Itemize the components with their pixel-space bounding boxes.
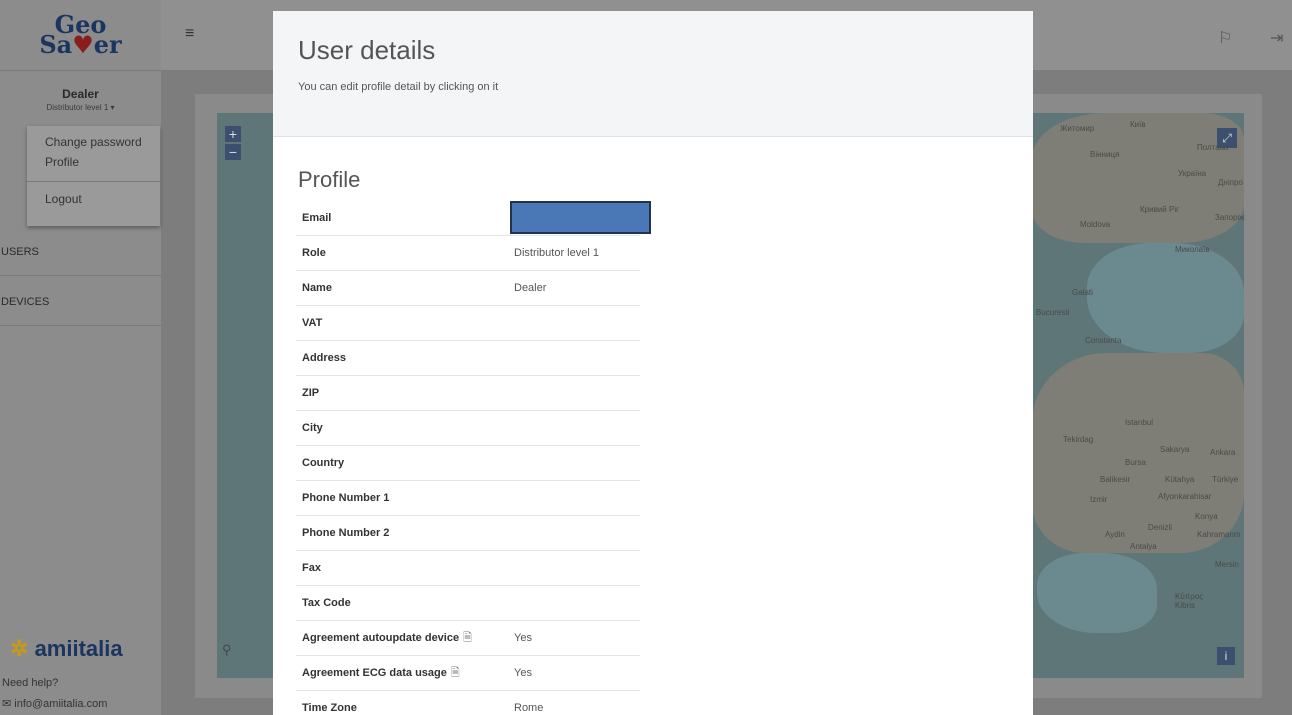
sun-icon: ✲ bbox=[10, 636, 29, 661]
change-password-item[interactable]: Change password bbox=[27, 135, 160, 149]
profile-row-vat[interactable]: VAT bbox=[296, 305, 640, 341]
nav-users[interactable]: USERS bbox=[0, 228, 161, 276]
map-label: Bursa bbox=[1125, 458, 1146, 467]
map-label: Istanbul bbox=[1125, 418, 1154, 427]
profile-row-time-zone[interactable]: Time Zone Rome bbox=[296, 690, 640, 715]
profile-item[interactable]: Profile bbox=[27, 155, 160, 169]
modal-header bbox=[273, 11, 1033, 137]
help-email-link[interactable]: ✉ info@amiitalia.com bbox=[2, 697, 107, 710]
profile-row-role[interactable]: Role Distributor level 1 bbox=[296, 235, 640, 271]
profile-row-phone1[interactable]: Phone Number 1 bbox=[296, 480, 640, 516]
modal-title: User details bbox=[298, 35, 436, 65]
help-text: Need help? bbox=[2, 677, 59, 689]
brand-logo: ✲ amiitalia bbox=[10, 636, 123, 661]
map-label: Afyonkarahisar bbox=[1158, 492, 1212, 501]
user-name: Dealer bbox=[62, 87, 99, 101]
logo[interactable]: Geo Sa♥er bbox=[0, 0, 161, 71]
nav-devices[interactable]: DEVICES bbox=[0, 278, 161, 326]
map-label: Кривий Ріг bbox=[1140, 205, 1180, 214]
map-label: Antalya bbox=[1130, 542, 1157, 551]
profile-row-city[interactable]: City bbox=[296, 410, 640, 446]
map-label: Türkiye bbox=[1212, 475, 1239, 484]
map-label: Kütahya bbox=[1165, 475, 1195, 484]
map-label: Aydin bbox=[1105, 530, 1125, 539]
map-label: Полтава bbox=[1197, 143, 1229, 152]
user-role-dropdown[interactable]: Distributor level 1 ▾ bbox=[0, 103, 161, 112]
profile-row-tax-code[interactable]: Tax Code bbox=[296, 585, 640, 621]
map-label: Вінниця bbox=[1090, 150, 1120, 159]
map-label: Κύπρος Kibris bbox=[1175, 592, 1204, 610]
map-label: Denizli bbox=[1148, 523, 1173, 532]
logout-icon[interactable]: ⇥ bbox=[1270, 28, 1283, 48]
profile-row-name[interactable]: Name Dealer bbox=[296, 270, 640, 306]
menu-divider bbox=[27, 181, 160, 182]
profile-row-agreement-ecg[interactable]: Agreement ECG data usage 🗎 Yes bbox=[296, 655, 640, 691]
map-label: Mersin bbox=[1215, 560, 1240, 569]
map-label: Balikesir bbox=[1100, 475, 1131, 484]
map-label: Izmir bbox=[1090, 495, 1108, 504]
map-label: Konya bbox=[1195, 512, 1218, 521]
email-redaction-box bbox=[510, 201, 651, 234]
profile-row-agreement-autoupdate[interactable]: Agreement autoupdate device 🗎 Yes bbox=[296, 620, 640, 656]
modal-subtitle: You can edit profile detail by clicking … bbox=[298, 81, 499, 93]
document-icon[interactable]: 🗎 bbox=[463, 629, 472, 648]
profile-section-title: Profile bbox=[298, 167, 361, 192]
map-label: Sakarya bbox=[1160, 445, 1190, 454]
map-label: Дніпро bbox=[1218, 178, 1243, 187]
envelope-icon: ✉ bbox=[2, 698, 12, 710]
user-details-modal: User details You can edit profile detail… bbox=[273, 11, 1033, 715]
info-icon[interactable]: i bbox=[1217, 647, 1235, 665]
user-dropdown-menu: Change password Profile Logout bbox=[27, 126, 160, 226]
hamburger-menu-icon[interactable]: ≡ bbox=[185, 25, 194, 43]
map-label: Запоріж bbox=[1215, 213, 1245, 222]
map-label: Constanta bbox=[1085, 336, 1122, 345]
map-label: Ankara bbox=[1210, 448, 1236, 457]
profile-row-address[interactable]: Address bbox=[296, 340, 640, 376]
zoom-in-button[interactable]: + bbox=[225, 126, 241, 142]
map-label: Moldova bbox=[1080, 220, 1111, 229]
profile-table: Email Role Distributor level 1 Name Dealer… bbox=[296, 201, 640, 715]
heart-icon: ♥ bbox=[72, 30, 94, 59]
map-label: Миколаїв bbox=[1175, 245, 1210, 254]
profile-row-country[interactable]: Country bbox=[296, 445, 640, 481]
zoom-out-button[interactable]: − bbox=[225, 144, 241, 160]
profile-row-fax[interactable]: Fax bbox=[296, 550, 640, 586]
map-label: Tekirdag bbox=[1063, 435, 1094, 444]
map-label: Kahramanm bbox=[1197, 530, 1241, 539]
map-label: Bucuresti bbox=[1036, 308, 1070, 317]
sidebar: Geo Sa♥er Dealer Distributor level 1 ▾ U… bbox=[0, 0, 161, 715]
map-label: Київ bbox=[1130, 120, 1146, 129]
attribution-icon[interactable]: ⚲ bbox=[222, 642, 232, 658]
profile-row-phone2[interactable]: Phone Number 2 bbox=[296, 515, 640, 551]
map-label: Україна bbox=[1178, 169, 1207, 178]
document-icon[interactable]: 🗎 bbox=[451, 664, 460, 683]
profile-row-zip[interactable]: ZIP bbox=[296, 375, 640, 411]
map-label: Житомир bbox=[1060, 124, 1095, 133]
map-label: Galati bbox=[1072, 288, 1093, 297]
flag-icon[interactable]: ⚐ bbox=[1218, 28, 1232, 48]
logout-item[interactable]: Logout bbox=[27, 192, 160, 206]
